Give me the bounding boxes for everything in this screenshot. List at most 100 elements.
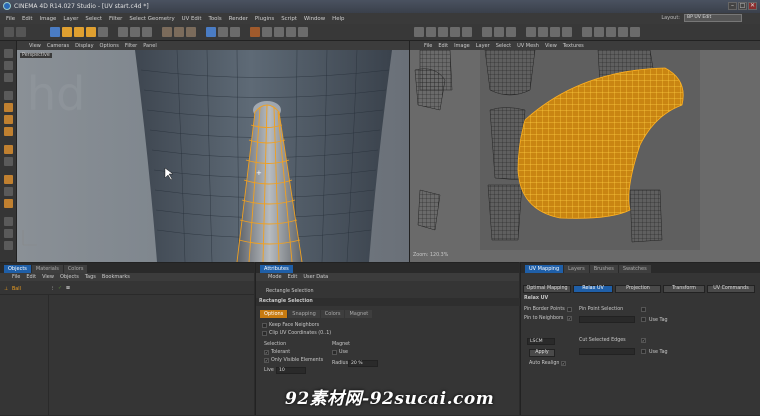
grid-icon[interactable] [4,229,13,238]
tab-layers[interactable]: Layers [564,265,589,273]
uv-toolbar-icon-5[interactable] [462,27,472,37]
render-settings-icon[interactable] [186,27,196,37]
obj-menu-file[interactable]: File [12,274,20,280]
vp-menu-filter[interactable]: Filter [125,43,137,49]
uv-toolbar-icon-1[interactable] [414,27,424,37]
clip-uv-checkbox[interactable] [262,331,267,336]
uv-toolbar-icon-11[interactable] [550,27,560,37]
subtab-snapping[interactable]: Snapping [288,310,320,318]
points-mode-icon[interactable] [4,91,13,100]
tv-menu-image[interactable]: Image [454,43,470,49]
uv-polygons-mode-icon[interactable] [4,145,13,154]
vp-menu-display[interactable]: Display [75,43,93,49]
uv-polygons-icon[interactable] [206,27,216,37]
menu-filter[interactable]: Filter [109,16,122,22]
object-row[interactable]: ⊥ Ball ⁝ ✓ ⊠ [0,285,254,295]
menu-select-geometry[interactable]: Select Geometry [129,16,174,22]
live-field[interactable]: 10 [276,367,306,374]
perspective-viewport[interactable]: + hd Perspective [17,50,409,262]
attr-menu-mode[interactable]: Mode [268,274,282,280]
layout-select[interactable]: BP UV Edit [684,14,742,22]
menu-file[interactable]: File [6,16,15,22]
uv-toolbar-icon-16[interactable] [618,27,628,37]
uv-toolbar-icon-7[interactable] [494,27,504,37]
vp-menu-panel[interactable]: Panel [143,43,157,49]
uv-points-mode-icon[interactable] [4,127,13,136]
lock-icon[interactable] [4,217,13,226]
uv-toolbar-icon-9[interactable] [526,27,536,37]
cut-edges-field[interactable] [579,348,635,355]
scene-icon[interactable] [286,27,296,37]
z-axis-icon[interactable] [142,27,152,37]
uv-toolbar-icon-17[interactable] [630,27,640,37]
polygons-mode-icon[interactable] [4,115,13,124]
uv-toolbar-icon-8[interactable] [506,27,516,37]
redo-icon[interactable] [16,27,26,37]
obj-menu-edit[interactable]: Edit [26,274,36,280]
tv-menu-edit[interactable]: Edit [438,43,448,49]
maximize-button[interactable]: □ [738,2,747,10]
snap-icon[interactable] [4,187,13,196]
tweak-icon[interactable] [4,175,13,184]
cube-icon[interactable] [250,27,260,37]
live-selection-icon[interactable] [98,27,108,37]
uv-toolbar-icon-10[interactable] [538,27,548,37]
optimal-mapping-tab[interactable]: Optimal Mapping [523,285,571,293]
tab-uv-mapping[interactable]: UV Mapping [525,265,564,273]
y-axis-icon[interactable] [130,27,140,37]
x-axis-icon[interactable] [118,27,128,37]
uv-toolbar-icon-14[interactable] [594,27,604,37]
texture-mode-icon[interactable] [4,73,13,82]
paint-icon[interactable] [262,27,272,37]
tv-menu-layer[interactable]: Layer [476,43,490,49]
menu-layer[interactable]: Layer [63,16,78,22]
obj-menu-tags[interactable]: Tags [85,274,96,280]
apply-button[interactable]: Apply [529,349,555,357]
uv-texture-view[interactable]: Zoom: 120.3% [409,50,760,262]
radius-field[interactable]: 20 % [348,360,378,367]
auto-realign-checkbox[interactable]: ✓ [561,361,566,366]
uv-toolbar-icon-6[interactable] [482,27,492,37]
menu-select[interactable]: Select [85,16,102,22]
lscm-select[interactable]: LSCM [527,338,555,345]
menu-uv-edit[interactable]: UV Edit [182,16,202,22]
tv-menu-file[interactable]: File [424,43,432,49]
edges-mode-icon[interactable] [4,103,13,112]
tv-menu-select[interactable]: Select [496,43,511,49]
projection-tab[interactable]: Projection [615,285,661,293]
render-picture-viewer-icon[interactable] [174,27,184,37]
axis-icon[interactable] [4,157,13,166]
vp-menu-cameras[interactable]: Cameras [47,43,69,49]
vp-menu-view[interactable]: View [29,43,41,49]
render-view-icon[interactable] [162,27,172,37]
menu-plugins[interactable]: Plugins [255,16,274,22]
uv-toolbar-icon-13[interactable] [582,27,592,37]
tv-menu-uvmesh[interactable]: UV Mesh [517,43,539,49]
relax-uv-tab[interactable]: Relax UV [573,285,613,293]
cut-edges-checkbox[interactable]: ✓ [641,338,646,343]
menu-help[interactable]: Help [332,16,344,22]
tab-objects[interactable]: Objects [4,265,31,273]
menu-image[interactable]: Image [39,16,56,22]
menu-render[interactable]: Render [229,16,248,22]
keep-face-checkbox[interactable] [262,323,267,328]
solo-icon[interactable] [4,241,13,250]
subtab-colors[interactable]: Colors [320,310,345,318]
menu-window[interactable]: Window [304,16,325,22]
minimize-button[interactable]: – [728,2,737,10]
subtab-options[interactable]: Options [260,310,288,318]
obj-menu-view[interactable]: View [42,274,54,280]
obj-menu-bookmarks[interactable]: Bookmarks [102,274,130,280]
camera-icon[interactable] [298,27,308,37]
uv-mesh-icon[interactable] [230,27,240,37]
tab-brushes[interactable]: Brushes [589,265,618,273]
uv-toolbar-icon-12[interactable] [562,27,572,37]
menu-edit[interactable]: Edit [22,16,32,22]
tv-menu-view[interactable]: View [545,43,557,49]
select-tool-icon[interactable] [50,27,60,37]
enable-check-icon[interactable]: ✓ [58,286,62,291]
pin-neighbors-field[interactable] [579,316,635,323]
tab-attributes[interactable]: Attributes [260,265,293,273]
pin-point-checkbox[interactable] [641,307,646,312]
transform-tab[interactable]: Transform [663,285,705,293]
